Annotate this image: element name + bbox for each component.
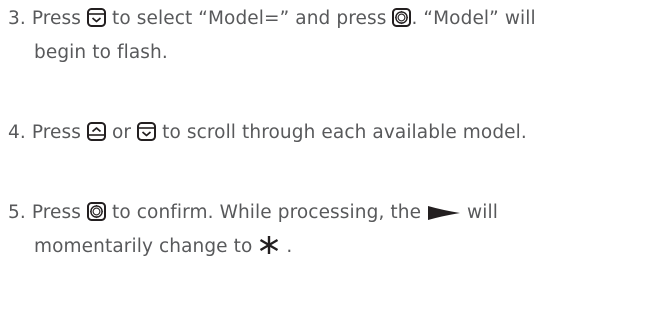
- step-5-line-1: 5. Press to confirm. While processing, t…: [8, 196, 498, 230]
- step-5-text-b: to confirm. While processing, the: [106, 202, 428, 223]
- step-3-line-2: begin to flash.: [34, 42, 168, 63]
- step-3-text-a: 3. Press: [8, 8, 88, 29]
- enter-button-icon: [392, 8, 412, 27]
- asterisk-icon: [258, 235, 280, 255]
- step-4-text-b: or: [106, 122, 138, 143]
- step-5-text-a: 5. Press: [8, 202, 88, 223]
- step-5-text-d: momentarily change to: [34, 236, 259, 257]
- down-button-icon: [137, 122, 157, 141]
- step-4-text-a: 4. Press: [8, 122, 88, 143]
- step-5-text-c: will: [461, 202, 498, 223]
- step-5-text-e: .: [280, 236, 293, 257]
- step-4-text-c: to scroll through each available model.: [156, 122, 527, 143]
- up-button-icon: [87, 122, 107, 141]
- play-arrow-icon: [427, 205, 461, 221]
- step-4-line-1: 4. Press or to scroll through each avail…: [8, 116, 527, 150]
- step-3-text-c: . “Model” will: [411, 8, 536, 29]
- down-button-icon: [87, 8, 107, 27]
- step-3: 3. Press to select “Model=” and press . …: [8, 2, 536, 70]
- enter-button-icon: [87, 202, 107, 221]
- step-5-line-2: momentarily change to .: [8, 230, 498, 264]
- step-3-text-b: to select “Model=” and press: [106, 8, 393, 29]
- step-5: 5. Press to confirm. While processing, t…: [8, 196, 498, 264]
- step-4: 4. Press or to scroll through each avail…: [8, 116, 527, 150]
- step-3-line-1: 3. Press to select “Model=” and press . …: [8, 2, 536, 36]
